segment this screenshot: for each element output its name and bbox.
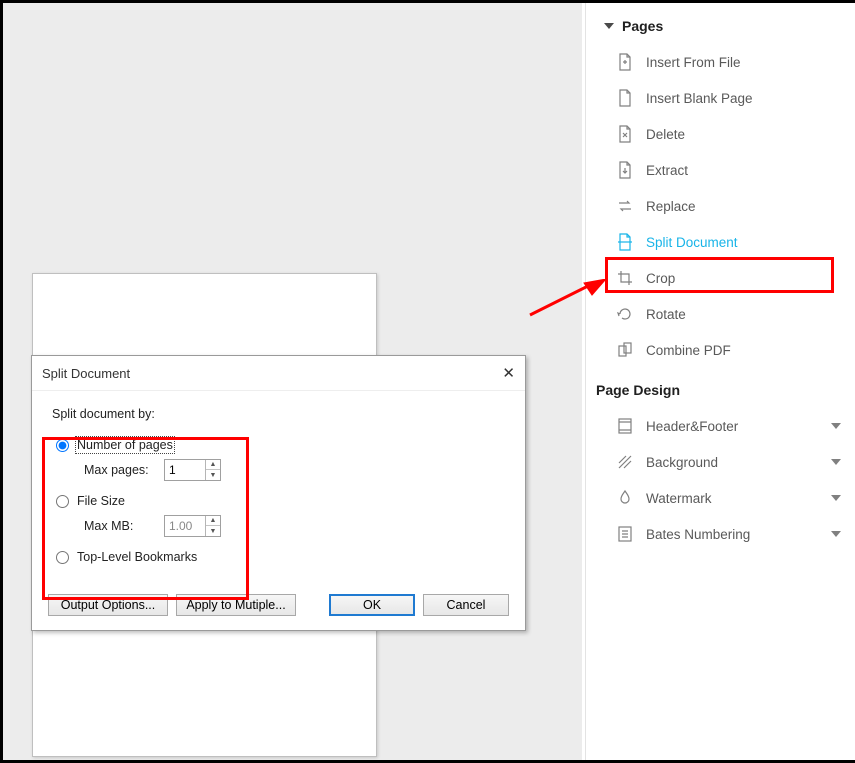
header-footer-icon xyxy=(616,417,634,435)
spin-up-icon[interactable]: ▲ xyxy=(206,516,220,526)
menu-label: Header&Footer xyxy=(646,419,738,434)
spin-down-icon[interactable]: ▼ xyxy=(206,470,220,480)
spin-down-icon[interactable]: ▼ xyxy=(206,526,220,536)
crop-icon xyxy=(616,269,634,287)
menu-replace[interactable]: Replace xyxy=(586,188,855,224)
menu-split-document[interactable]: Split Document xyxy=(586,224,855,260)
chevron-down-icon xyxy=(831,423,841,429)
extract-icon xyxy=(616,161,634,179)
apply-multiple-button[interactable]: Apply to Mutiple... xyxy=(176,594,296,616)
label-number-of-pages: Number of pages xyxy=(77,438,173,452)
chevron-down-icon xyxy=(831,459,841,465)
close-button[interactable]: ✕ xyxy=(502,364,515,382)
rotate-icon xyxy=(616,305,634,323)
page-icon xyxy=(616,89,634,107)
chevron-down-icon xyxy=(831,531,841,537)
menu-label: Extract xyxy=(646,163,688,178)
section-title: Pages xyxy=(622,18,663,34)
annotation-arrow xyxy=(528,279,606,317)
cancel-button[interactable]: Cancel xyxy=(423,594,509,616)
split-icon xyxy=(616,233,634,251)
bates-icon xyxy=(616,525,634,543)
label-bookmarks: Top-Level Bookmarks xyxy=(77,550,197,564)
menu-label: Background xyxy=(646,455,718,470)
output-options-button[interactable]: Output Options... xyxy=(48,594,168,616)
menu-bates-numbering[interactable]: Bates Numbering xyxy=(586,516,855,552)
radio-number-of-pages[interactable] xyxy=(56,439,69,452)
spin-up-icon[interactable]: ▲ xyxy=(206,460,220,470)
split-document-dialog: Split Document ✕ Split document by: Numb… xyxy=(31,355,526,631)
max-mb-spinner[interactable]: ▲▼ xyxy=(164,515,221,537)
menu-label: Split Document xyxy=(646,235,738,250)
label-file-size: File Size xyxy=(77,494,125,508)
max-mb-input[interactable] xyxy=(165,519,205,533)
section-title: Page Design xyxy=(596,382,680,398)
chevron-down-icon xyxy=(831,495,841,501)
menu-label: Watermark xyxy=(646,491,712,506)
menu-extract[interactable]: Extract xyxy=(586,152,855,188)
radio-file-size[interactable] xyxy=(56,495,69,508)
menu-insert-from-file[interactable]: Insert From File xyxy=(586,44,855,80)
ok-button[interactable]: OK xyxy=(329,594,415,616)
menu-label: Replace xyxy=(646,199,696,214)
menu-label: Delete xyxy=(646,127,685,142)
menu-label: Rotate xyxy=(646,307,686,322)
dialog-title: Split Document xyxy=(42,366,130,381)
section-page-design[interactable]: Page Design xyxy=(586,368,855,408)
dialog-titlebar[interactable]: Split Document ✕ xyxy=(32,356,525,391)
max-pages-spinner[interactable]: ▲▼ xyxy=(164,459,221,481)
menu-label: Bates Numbering xyxy=(646,527,750,542)
radio-bookmarks[interactable] xyxy=(56,551,69,564)
menu-rotate[interactable]: Rotate xyxy=(586,296,855,332)
menu-label: Combine PDF xyxy=(646,343,731,358)
menu-crop[interactable]: Crop xyxy=(586,260,855,296)
section-pages[interactable]: Pages xyxy=(586,3,855,44)
right-sidebar: Pages Insert From File Insert Blank Page… xyxy=(585,3,855,760)
max-pages-input[interactable] xyxy=(165,463,205,477)
menu-label: Insert Blank Page xyxy=(646,91,753,106)
replace-icon xyxy=(616,197,634,215)
background-icon xyxy=(616,453,634,471)
menu-insert-blank[interactable]: Insert Blank Page xyxy=(586,80,855,116)
menu-combine[interactable]: Combine PDF xyxy=(586,332,855,368)
menu-label: Crop xyxy=(646,271,675,286)
dialog-prompt: Split document by: xyxy=(52,407,505,421)
menu-watermark[interactable]: Watermark xyxy=(586,480,855,516)
page-x-icon xyxy=(616,125,634,143)
combine-icon xyxy=(616,341,634,359)
menu-header-footer[interactable]: Header&Footer xyxy=(586,408,855,444)
label-max-pages: Max pages: xyxy=(84,463,156,477)
label-max-mb: Max MB: xyxy=(84,519,156,533)
collapse-icon xyxy=(604,23,614,29)
menu-background[interactable]: Background xyxy=(586,444,855,480)
page-plus-icon xyxy=(616,53,634,71)
menu-label: Insert From File xyxy=(646,55,741,70)
watermark-icon xyxy=(616,489,634,507)
menu-delete[interactable]: Delete xyxy=(586,116,855,152)
